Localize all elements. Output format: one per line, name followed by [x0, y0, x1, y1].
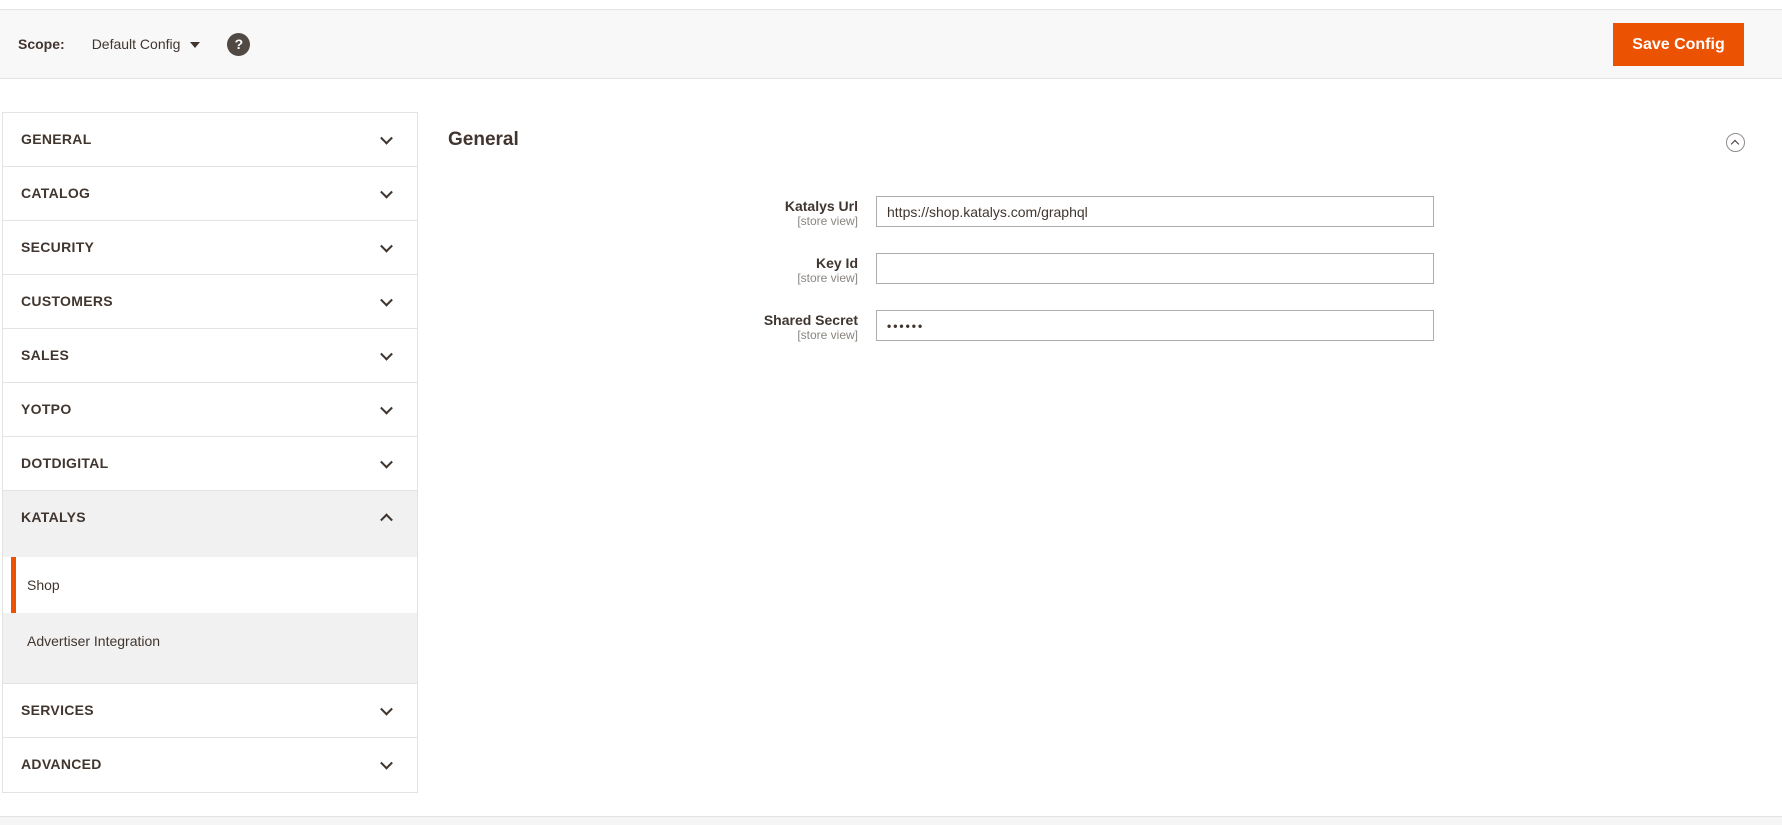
page-footer-strip: [0, 816, 1782, 825]
sidebar-section-katalys[interactable]: KATALYS: [3, 491, 417, 545]
subnav-item-shop[interactable]: Shop: [3, 557, 417, 613]
caret-down-icon: [190, 42, 201, 48]
chevron-down-icon: [380, 702, 393, 716]
field-scope-note: [store view]: [797, 271, 858, 285]
sidebar-sections-top: GENERAL CATALOG SECURITY CUSTOMERS SALES…: [3, 113, 417, 545]
sidebar-section-customers[interactable]: CUSTOMERS: [3, 275, 417, 329]
sidebar-section-advanced[interactable]: ADVANCED: [3, 738, 417, 792]
field-label: Shared Secret [store view]: [418, 310, 858, 343]
subnav-item-advertiser-integration[interactable]: Advertiser Integration: [3, 613, 417, 669]
shared-secret-input[interactable]: [876, 310, 1434, 341]
scope-selector[interactable]: Default Config: [92, 36, 201, 52]
katalys-url-label: Katalys Url: [784, 198, 858, 214]
field-label: Katalys Url [store view]: [418, 196, 858, 229]
sidebar-section-general[interactable]: GENERAL: [3, 113, 417, 167]
chevron-down-icon: [380, 401, 393, 415]
form-field-row: Key Id [store view]: [418, 253, 1782, 286]
config-sidebar: GENERAL CATALOG SECURITY CUSTOMERS SALES…: [2, 112, 418, 793]
collapse-section-button[interactable]: [1726, 133, 1745, 152]
form-field-row: Katalys Url [store view]: [418, 196, 1782, 229]
sidebar-section-yotpo[interactable]: YOTPO: [3, 383, 417, 437]
chevron-down-icon: [380, 756, 393, 770]
chevron-down-icon: [380, 293, 393, 307]
form-field-row: Shared Secret [store view]: [418, 310, 1782, 343]
field-scope-note: [store view]: [797, 214, 858, 228]
sidebar-section-services[interactable]: SERVICES: [3, 684, 417, 738]
key-id-label: Key Id: [815, 255, 858, 271]
key-id-input[interactable]: [876, 253, 1434, 284]
sidebar-section-catalog[interactable]: CATALOG: [3, 167, 417, 221]
chevron-up-circle-icon: [1730, 139, 1740, 149]
save-config-button[interactable]: Save Config: [1613, 23, 1744, 66]
sidebar-section-dotdigital[interactable]: DOTDIGITAL: [3, 437, 417, 491]
help-icon[interactable]: ?: [227, 32, 251, 56]
katalys-url-input[interactable]: [876, 196, 1434, 227]
shared-secret-label: Shared Secret: [763, 312, 858, 328]
scope-label: Scope:: [18, 36, 65, 52]
sidebar-section-sales[interactable]: SALES: [3, 329, 417, 383]
scope-toolbar: Scope: Default Config ? Save Config: [0, 9, 1782, 79]
sidebar-section-security[interactable]: SECURITY: [3, 221, 417, 275]
sidebar-sections-bottom: SERVICES ADVANCED: [3, 684, 417, 792]
katalys-subnav: Shop Advertiser Integration: [3, 545, 417, 684]
chevron-down-icon: [380, 347, 393, 361]
general-settings-form: Katalys Url [store view] Key Id [store v…: [418, 196, 1782, 367]
scope-value: Default Config: [91, 36, 181, 52]
field-label: Key Id [store view]: [418, 253, 858, 286]
chevron-down-icon: [380, 455, 393, 469]
chevron-down-icon: [380, 185, 393, 199]
chevron-down-icon: [380, 239, 393, 253]
chevron-down-icon: [380, 131, 393, 145]
chevron-up-icon: [380, 513, 393, 527]
page-section-title: General: [448, 129, 519, 150]
field-scope-note: [store view]: [797, 328, 858, 342]
